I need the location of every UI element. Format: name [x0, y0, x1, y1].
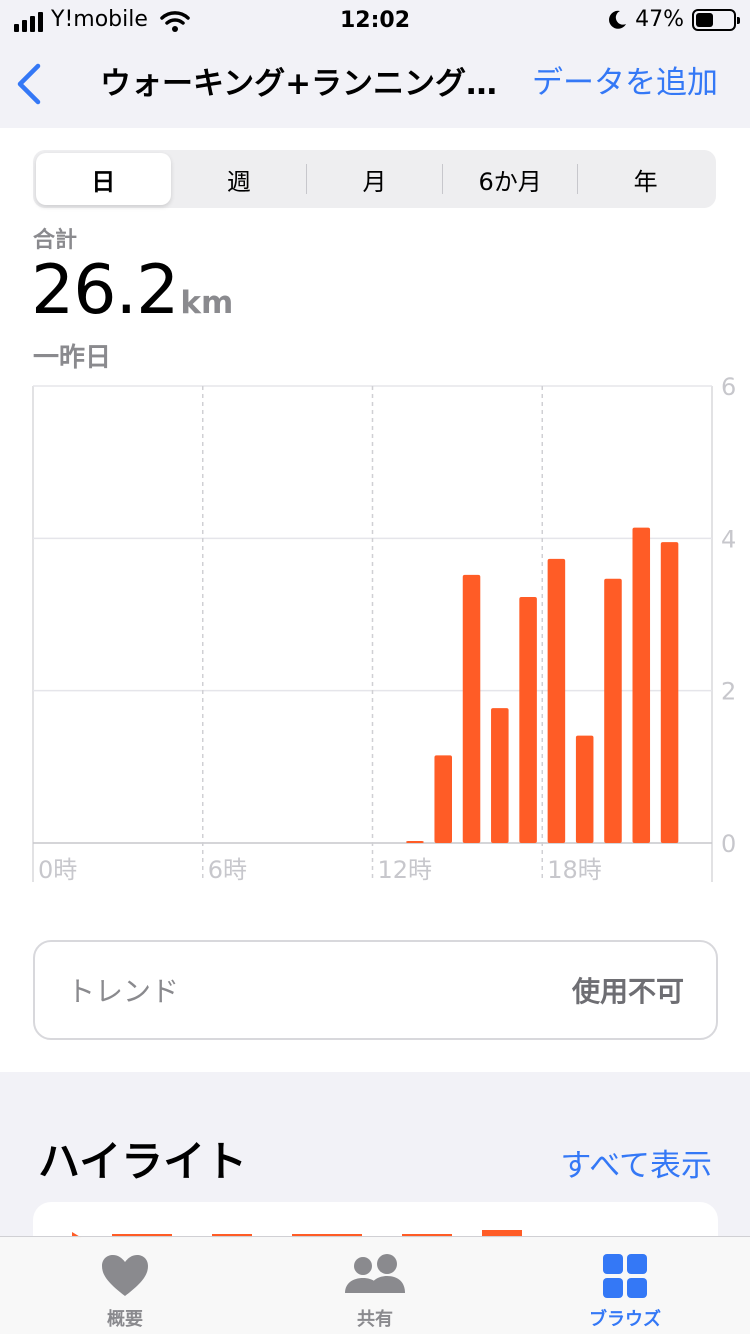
- grid-icon: [603, 1254, 647, 1298]
- page-title: ウォーキング+ランニング…: [100, 66, 498, 102]
- summary-date: 一昨日: [33, 343, 112, 373]
- add-data-button[interactable]: データを追加: [532, 64, 718, 102]
- status-right: 47%: [607, 7, 740, 32]
- distance-bar-chart[interactable]: 0 2 4 6 0時 6時 12時 18時: [0, 370, 750, 890]
- tab-summary[interactable]: 概要: [0, 1237, 250, 1334]
- people-icon: [345, 1254, 405, 1293]
- chart-bar: [632, 527, 651, 843]
- period-segmented-control: 日 週 月 6か月 年: [33, 150, 716, 208]
- back-chevron-icon[interactable]: [14, 62, 46, 106]
- x-tick-label: 18時: [547, 856, 602, 884]
- chart-bar: [547, 558, 566, 843]
- segment-month[interactable]: 月: [307, 153, 442, 205]
- show-all-link[interactable]: すべて表示: [560, 1146, 712, 1186]
- total-label: 合計: [33, 228, 78, 253]
- battery-icon: [692, 9, 740, 31]
- tab-label: ブラウズ: [589, 1309, 661, 1330]
- tab-browse[interactable]: ブラウズ: [500, 1237, 750, 1334]
- x-tick-label: 12時: [378, 856, 433, 884]
- trend-value: 使用不可: [571, 975, 684, 1008]
- chart-bar: [462, 574, 481, 843]
- navigation-bar: ウォーキング+ランニング… データを追加: [0, 40, 750, 128]
- trend-card[interactable]: トレンド 使用不可: [33, 940, 718, 1040]
- chart-bar: [406, 841, 424, 843]
- segment-day[interactable]: 日: [36, 153, 171, 205]
- trend-label: トレンド: [67, 975, 180, 1008]
- y-tick-label: 2: [721, 678, 736, 706]
- x-tick-label: 0時: [38, 856, 77, 884]
- moon-icon: [609, 10, 627, 29]
- y-tick-label: 0: [721, 830, 736, 858]
- y-tick-label: 4: [721, 525, 736, 553]
- chart-bar: [434, 755, 452, 843]
- total-unit: km: [180, 285, 234, 321]
- battery-percent: 47%: [635, 7, 684, 32]
- tab-sharing[interactable]: 共有: [250, 1237, 500, 1334]
- heart-icon: [102, 1255, 148, 1296]
- x-tick-label: 6時: [208, 856, 247, 884]
- total-value: 26.2 km: [31, 252, 233, 330]
- segment-week[interactable]: 週: [172, 153, 307, 205]
- chart-bar: [575, 735, 594, 843]
- total-number: 26.2: [31, 251, 179, 330]
- chart-bar: [491, 708, 509, 843]
- chart-bar: [604, 578, 622, 843]
- tab-label: 概要: [107, 1309, 143, 1330]
- segment-6-months[interactable]: 6か月: [443, 153, 578, 205]
- y-tick-label: 6: [721, 373, 736, 401]
- chart-bar: [519, 596, 537, 843]
- tab-bar: 概要 共有 ブラウズ: [0, 1236, 750, 1334]
- tab-label: 共有: [357, 1309, 393, 1330]
- segment-year[interactable]: 年: [578, 153, 713, 205]
- highlights-title: ハイライト: [38, 1137, 248, 1186]
- battery-level: [696, 13, 713, 27]
- status-bar: Y!mobile 12:02 47%: [0, 0, 750, 40]
- chart-bar: [660, 542, 679, 843]
